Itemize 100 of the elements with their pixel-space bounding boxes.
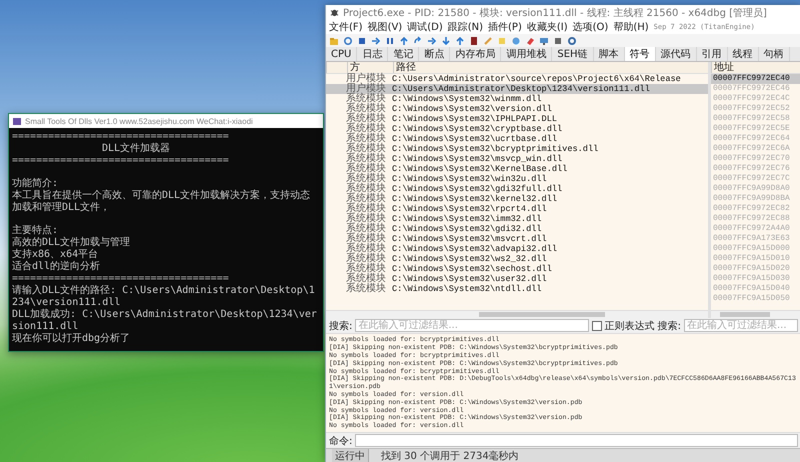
column-header[interactable]: 地址 [711,62,800,73]
console-line: 本工具旨在提供一个高效、可靠的DLL文件加载解决方案，支持动态加载和管理DLL文件， [12,190,312,214]
monitor-icon[interactable] [539,36,549,46]
table-row[interactable]: 系统模块 C:\Windows\System32\winmm.dll [326,94,708,104]
table-cell-text: 系统模块 [345,264,387,274]
table-cell-text: 系统模块 [345,214,387,224]
status-message: 找到 30 个调用于 2734毫秒内 [381,450,519,462]
table-cell-text: 系统模块 [345,104,387,114]
table-row[interactable]: 系统模块 C:\Windows\System32\IPHLPAPI.DLL [326,114,708,124]
table-cell-text: C:\Windows\System32\winmm.dll [391,94,543,104]
table-cell-text: 用户模块 [345,74,387,84]
console-line: 高效的DLL文件加载与管理 [12,237,132,248]
console-line: 适合dll的逆向分析 [12,261,102,273]
curved-arrow-icon[interactable] [413,36,423,46]
table-row[interactable]: 系统模块 C:\Windows\System32\ucrtbase.dll [326,134,708,144]
table-cell-text: 系统模块 [345,164,387,174]
table-row[interactable]: 系统模块 C:\Windows\System32\ntdll.dll [326,284,708,294]
table-cell-text: 系统模块 [345,114,387,124]
menu-item[interactable]: 跟踪(N) [448,20,484,34]
table-cell-text: C:\Windows\System32\msvcrt.dll [391,234,548,244]
table-cell-text: C:\Windows\System32\ucrtbase.dll [391,134,558,144]
table-row[interactable]: 系统模块 C:\Windows\System32\bcryptprimitives.dll [326,144,708,154]
table-row[interactable]: 系统模块 C:\Windows\System32\advapi32.dll [326,244,708,254]
table-cell-text: 系统模块 [345,144,387,154]
table-cell-text: 系统模块 [345,284,387,294]
menu-item[interactable]: 插件(P) [488,20,522,34]
table-cell-text: C:\Windows\System32\cryptbase.dll [391,124,564,134]
bug-icon [330,8,339,17]
command-field[interactable] [355,434,798,447]
table-cell-text: C:\Windows\System32\advapi32.dll [391,244,558,254]
table-row[interactable]: 系统模块 C:\Windows\System32\gdi32.dll [326,224,708,234]
folder-icon[interactable] [329,36,339,46]
console-line: 现在你可以打开dbg分析了 [12,333,132,345]
table-row[interactable]: 系统模块 C:\Windows\System32\gdi32full.dll [326,184,708,194]
table-cell-text: C:\Windows\System32\imm32.dll [391,214,543,224]
table-row[interactable]: 用户模块 C:\Users\Administrator\Desktop\1234\version111.dll [326,84,708,94]
table-cell-text: 系统模块 [345,134,387,144]
table-cell-text: C:\Users\Administrator\Desktop\1234\version111.dll [391,84,651,94]
table-row[interactable]: 系统模块 C:\Windows\System32\msvcrt.dll [326,234,708,244]
table-cell-text: C:\Windows\System32\msvcp_win.dll [391,154,564,164]
table-row[interactable]: 系统模块 C:\Windows\System32\version.dll [326,104,708,114]
table-row[interactable]: 系统模块 C:\Windows\System32\cryptbase.dll [326,124,708,134]
table-cell-text: C:\Windows\System32\KernelBase.dll [391,164,568,174]
menu-item[interactable]: 帮助(H) [613,20,649,34]
table-cell-text: C:\Windows\System32\ntdll.dll [391,284,543,294]
down-arrow-icon[interactable] [441,36,451,46]
console-line: 支持x86、x64平台 [12,249,100,260]
table-row[interactable]: 系统模块 C:\Windows\System32\rpcrt4.dll [326,204,708,214]
pencil-icon[interactable] [483,36,493,46]
status-state: 运行中 [332,448,369,462]
table-cell-text: C:\Windows\System32\gdi32.dll [391,224,543,234]
table-cell-text: C:\Windows\System32\kernel32.dll [391,194,558,204]
table-cell-text: C:\Windows\System32\bcryptprimitives.dll [391,144,600,154]
checkbox[interactable] [592,320,602,331]
table-row[interactable]: 系统模块 C:\Windows\System32\sechost.dll [326,264,708,274]
right-arrow-icon[interactable] [427,36,437,46]
column-header[interactable]: 方 [347,62,393,73]
console-line: ==================================== [12,131,230,142]
table-row[interactable]: 系统模块 C:\Windows\System32\win32u.dll [326,174,708,184]
table-cell-text: 系统模块 [345,224,387,234]
console-line: ==================================== [12,273,230,284]
search-label: 搜索: [329,320,352,333]
table-row[interactable]: 系统模块 C:\Windows\System32\imm32.dll [326,214,708,224]
right-arrow-icon[interactable] [371,36,381,46]
console-line: ==================================== [12,155,230,167]
checkbox-label: 正则表达式 [604,320,655,333]
search-label: 搜索: [658,320,681,333]
table-row[interactable]: 系统模块 C:\Windows\System32\ws2_32.dll [326,254,708,264]
table-row[interactable]: 系统模块 C:\Windows\System32\kernel32.dll [326,194,708,204]
table-cell-text: 系统模块 [345,94,387,104]
horizontal-scrollbar[interactable] [326,310,708,318]
table-row[interactable]: 系统模块 C:\Windows\System32\msvcp_win.dll [326,154,708,164]
menu-item[interactable]: 视图(V) [368,20,402,34]
table-cell-text: C:\Windows\System32\user32.dll [391,274,548,284]
table-cell-text: 系统模块 [345,124,387,134]
table-row[interactable]: 系统模块 C:\Windows\System32\KernelBase.dll [326,164,708,174]
horizontal-scrollbar[interactable] [711,310,800,318]
table-row[interactable]: 用户模块 C:\Users\Administrator\source\repos\Project6\x64\Release [326,74,708,84]
table-cell-text: C:\Windows\System32\sechost.dll [391,264,553,274]
table-cell-text: 系统模块 [345,184,387,194]
table-cell-text: 系统模块 [345,254,387,264]
tab[interactable]: 符号 [624,47,656,61]
book-icon[interactable] [469,36,479,46]
table-cell-text: C:\Windows\System32\win32u.dll [391,174,548,184]
console-line: 主要特点: [12,225,60,236]
menu-item[interactable]: 选项(O) [572,20,608,34]
menu-item[interactable]: 文件(F) [329,20,363,34]
table-cell-text: 系统模块 [345,274,387,284]
search-field[interactable]: 在此输入可过滤结果... [355,319,589,332]
table-cell-text: C:\Windows\System32\IPHLPAPI.DLL [391,114,558,124]
table-cell-text: 系统模块 [345,244,387,254]
command-label: 命令: [329,434,352,448]
menu-item[interactable]: 调试(D) [407,20,443,34]
search-field[interactable]: 在此输入可过滤结果... [684,319,798,332]
up-arrow-icon[interactable] [399,36,409,46]
square-icon[interactable] [357,36,367,46]
pause-icon[interactable] [385,36,395,46]
table-row[interactable]: 系统模块 C:\Windows\System32\user32.dll [326,274,708,284]
up-arrow-icon[interactable] [455,36,465,46]
menu-item[interactable]: 收藏夹(I) [526,20,568,34]
